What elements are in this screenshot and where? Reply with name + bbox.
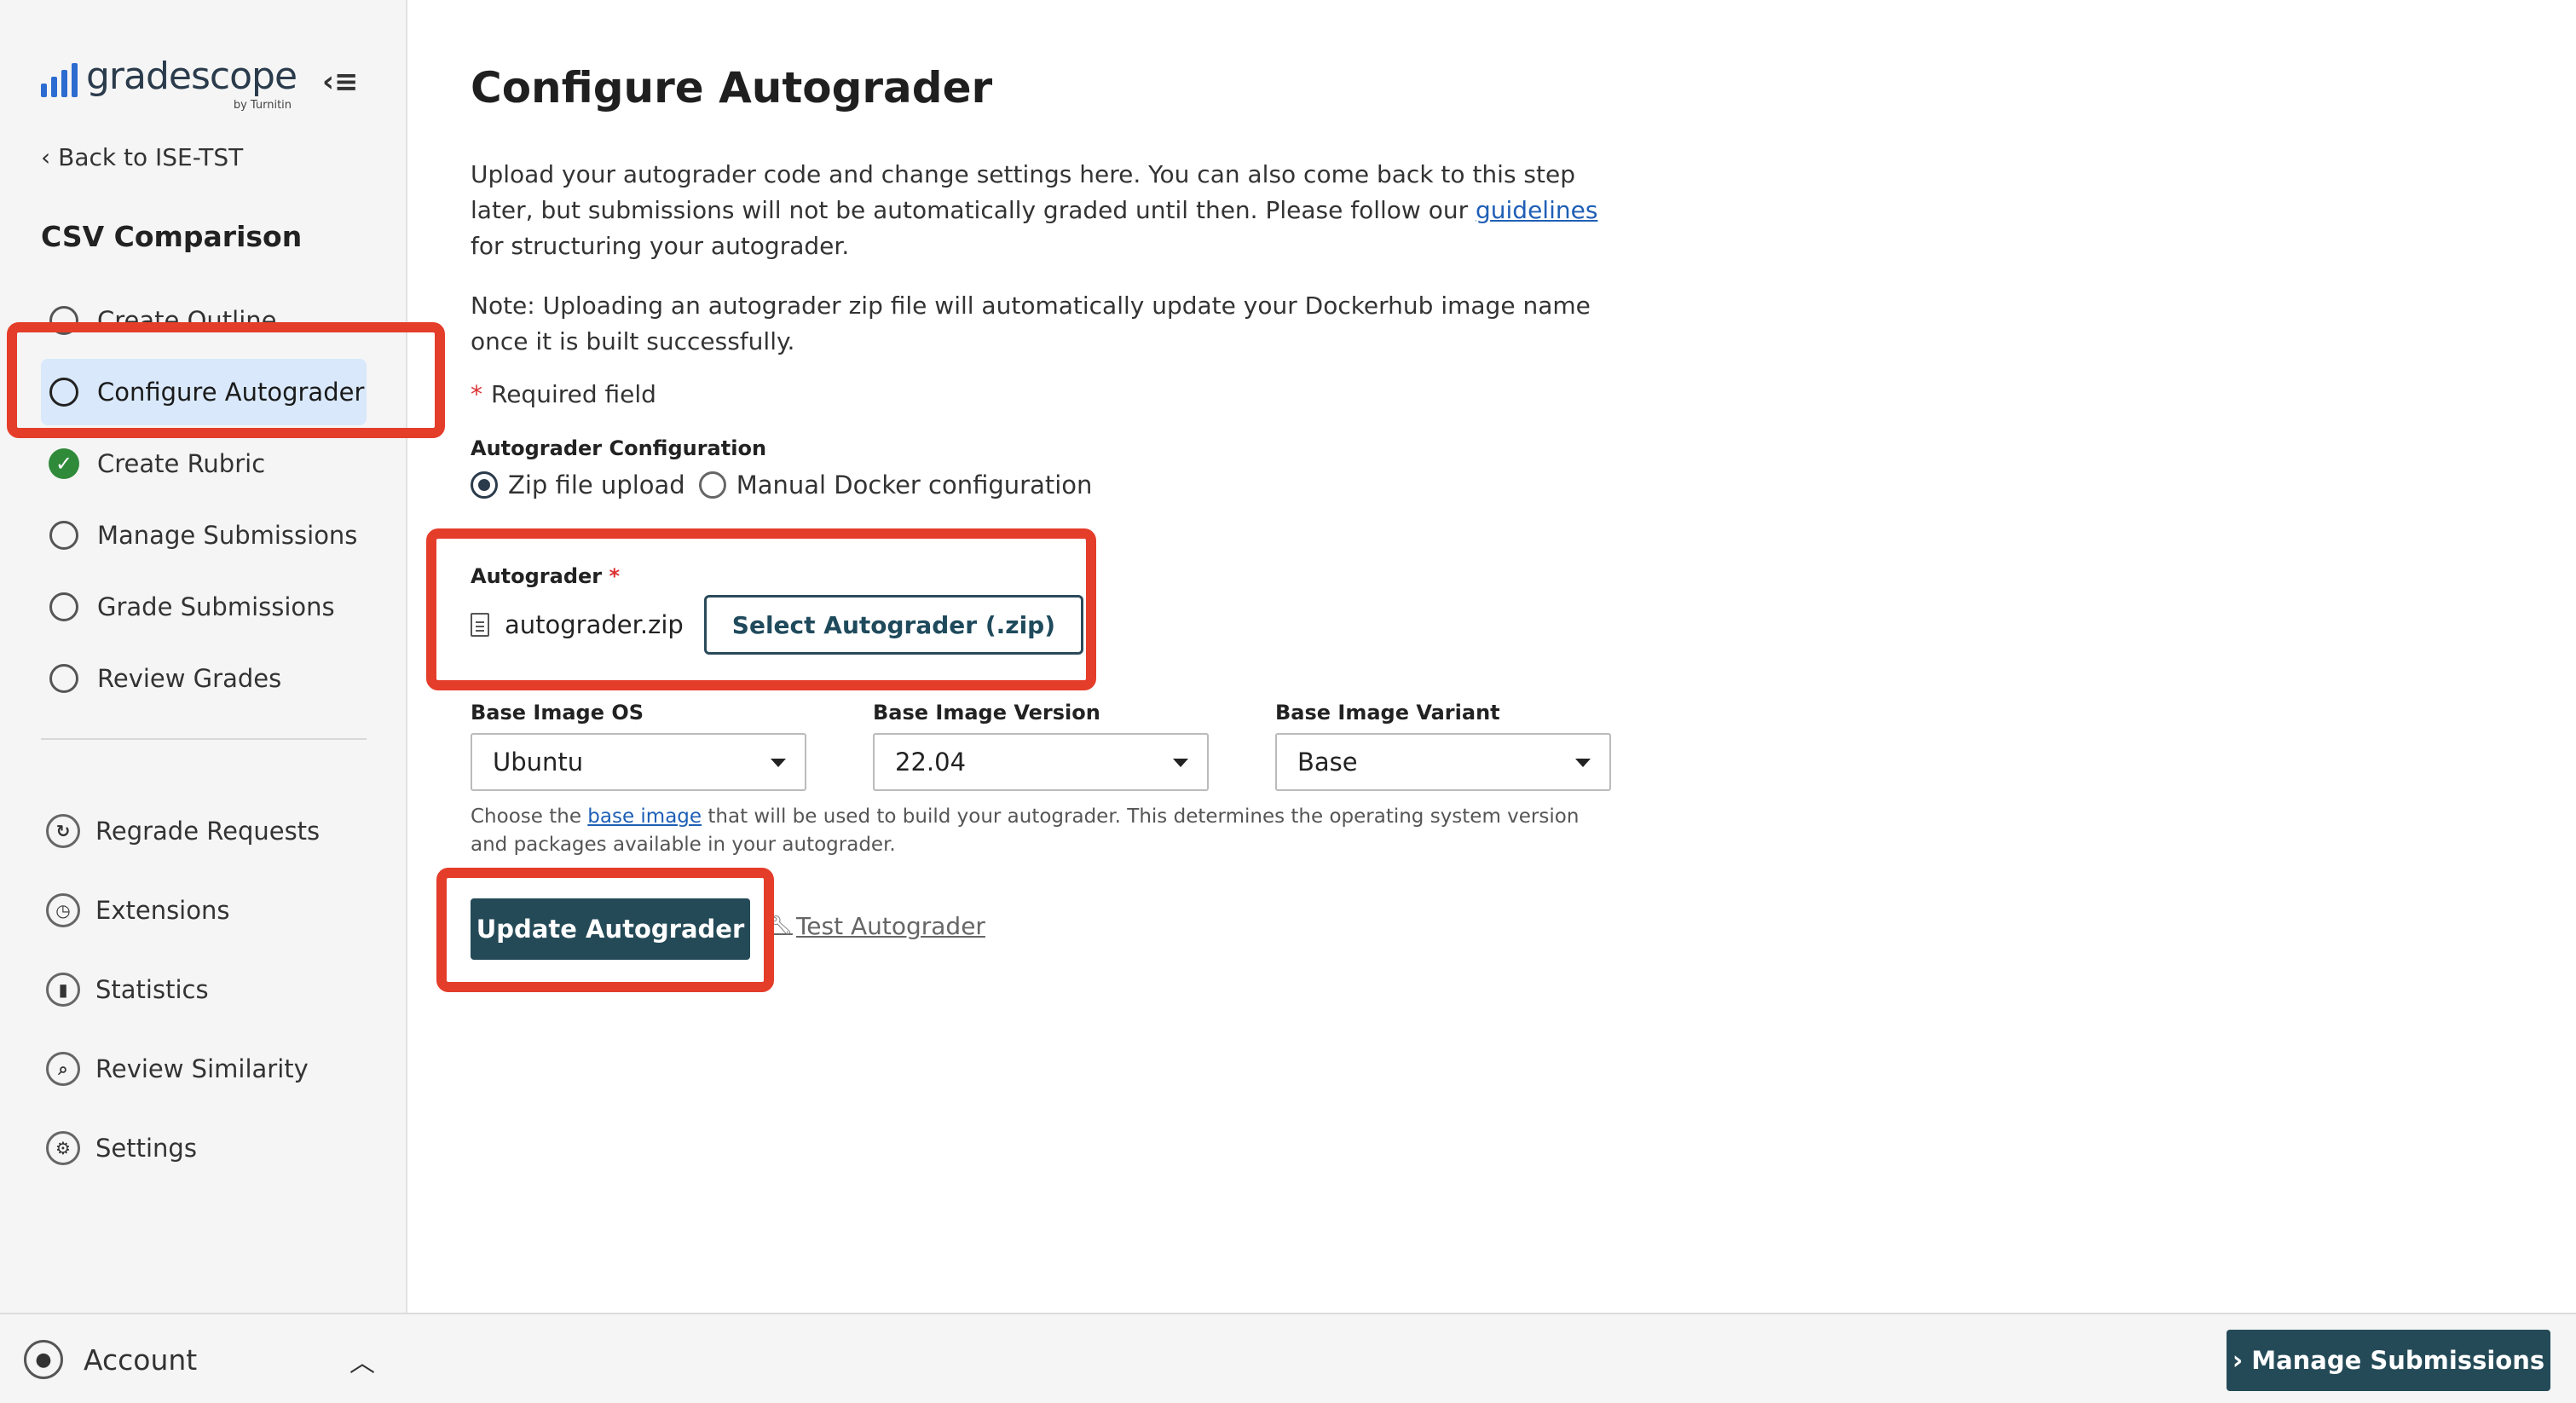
clock-icon: ◷ — [46, 892, 80, 927]
base-image-version-label: Base Image Version — [873, 701, 1100, 725]
step-manage-submissions[interactable]: Manage Submissions — [41, 499, 367, 571]
back-link-label[interactable]: Back to ISE-TST — [58, 143, 243, 171]
base-image-variant-label: Base Image Variant — [1275, 701, 1500, 725]
incomplete-circle-icon — [49, 521, 78, 550]
base-image-version-value: 22.04 — [895, 748, 967, 777]
step-review-grades[interactable]: Review Grades — [41, 643, 367, 714]
base-image-link[interactable]: base image — [587, 805, 702, 828]
incomplete-circle-icon — [49, 664, 78, 693]
dropdown-caret-icon — [771, 759, 786, 767]
account-menu[interactable]: ● Account ︿ — [0, 1313, 407, 1403]
course-title: CSV Comparison — [41, 220, 303, 253]
base-image-help-text: Choose the base image that will be used … — [471, 803, 1613, 859]
dropdown-caret-icon — [1575, 759, 1591, 767]
highlight-autograder-upload — [426, 528, 1096, 690]
step-label[interactable]: Review Grades — [97, 664, 281, 693]
regrade-icon: ↻ — [46, 813, 80, 848]
test-autograder-label[interactable]: Test Autograder — [796, 912, 985, 940]
tool-label[interactable]: Review Similarity — [95, 1054, 309, 1083]
tool-label[interactable]: Regrade Requests — [95, 817, 320, 846]
logo-wordmark: gradescope — [86, 55, 297, 98]
required-field-note: * Required field — [471, 380, 656, 408]
sidebar: gradescope by Turnitin ‹≡ ‹ Back to ISE-… — [0, 0, 407, 1403]
page-title: Configure Autograder — [471, 63, 993, 113]
zip-upload-radio[interactable] — [471, 471, 498, 499]
step-label[interactable]: Create Rubric — [97, 449, 265, 478]
note-paragraph: Note: Uploading an autograder zip file w… — [471, 292, 1591, 355]
guidelines-link[interactable]: guidelines — [1476, 196, 1597, 224]
chevron-right-icon: › — [2232, 1345, 2244, 1376]
gear-icon: ⚙ — [46, 1130, 80, 1165]
manual-docker-radio[interactable] — [698, 471, 726, 499]
manual-docker-radio-label[interactable]: Manual Docker configuration — [736, 471, 1093, 499]
required-star: * — [471, 380, 482, 408]
footer-bar: › Manage Submissions — [407, 1313, 2576, 1403]
base-image-os-value: Ubuntu — [493, 748, 584, 777]
collapse-sidebar-icon[interactable]: ‹≡ — [322, 65, 359, 99]
step-create-rubric[interactable]: ✓ Create Rubric — [41, 428, 367, 499]
tool-label[interactable]: Statistics — [95, 975, 209, 1004]
base-image-variant-select[interactable]: Base — [1275, 733, 1611, 791]
sidebar-item-settings[interactable]: ⚙ Settings — [46, 1108, 320, 1187]
logo-subtitle: by Turnitin — [233, 99, 292, 112]
sidebar-item-review-similarity[interactable]: ⌕ Review Similarity — [46, 1029, 320, 1108]
manage-submissions-button[interactable]: › Manage Submissions — [2227, 1330, 2550, 1391]
magnifier-icon: ⌕ — [46, 1051, 80, 1086]
intro-paragraph: Upload your autograder code and change s… — [471, 157, 1613, 264]
step-grade-submissions[interactable]: Grade Submissions — [41, 571, 367, 643]
sidebar-item-statistics[interactable]: ▮ Statistics — [46, 950, 320, 1029]
base-image-variant-value: Base — [1297, 748, 1358, 777]
intro-text: Upload your autograder code and change s… — [471, 160, 1575, 224]
step-label[interactable]: Grade Submissions — [97, 592, 335, 621]
autograder-config-label: Autograder Configuration — [471, 436, 767, 460]
logo-bars-icon — [41, 63, 78, 97]
highlight-configure-autograder — [7, 322, 445, 438]
required-text: Required field — [491, 380, 656, 408]
base-image-version-select[interactable]: 22.04 — [873, 733, 1209, 791]
incomplete-circle-icon — [49, 592, 78, 621]
account-label[interactable]: Account — [84, 1343, 197, 1377]
highlight-update-button — [436, 868, 774, 992]
bar-chart-icon: ▮ — [46, 972, 80, 1007]
user-icon: ● — [24, 1340, 63, 1379]
base-image-os-select[interactable]: Ubuntu — [471, 733, 806, 791]
help-text-start: Choose the — [471, 805, 588, 828]
base-image-os-label: Base Image OS — [471, 701, 644, 725]
autograder-config-radios: Zip file upload Manual Docker configurat… — [471, 471, 1092, 499]
step-label[interactable]: Manage Submissions — [97, 521, 357, 550]
chevron-up-icon[interactable]: ︿ — [349, 1342, 375, 1379]
tool-label[interactable]: Settings — [95, 1134, 197, 1163]
dropdown-caret-icon — [1173, 759, 1188, 767]
sidebar-item-regrade-requests[interactable]: ↻ Regrade Requests — [46, 791, 320, 870]
sidebar-divider — [41, 738, 367, 740]
sidebar-item-extensions[interactable]: ◷ Extensions — [46, 870, 320, 950]
gradescope-logo[interactable]: gradescope by Turnitin — [41, 56, 297, 112]
assignment-tools: ↻ Regrade Requests ◷ Extensions ▮ Statis… — [46, 791, 320, 1187]
test-autograder-link[interactable]: 🔧︎ Test Autograder — [769, 912, 985, 940]
checkmark-icon: ✓ — [49, 448, 79, 479]
intro-text-end: for structuring your autograder. — [471, 232, 850, 260]
tool-label[interactable]: Extensions — [95, 896, 229, 925]
back-link[interactable]: ‹ Back to ISE-TST — [41, 143, 243, 171]
zip-upload-radio-label[interactable]: Zip file upload — [508, 471, 685, 499]
manage-submissions-label[interactable]: Manage Submissions — [2251, 1346, 2544, 1375]
